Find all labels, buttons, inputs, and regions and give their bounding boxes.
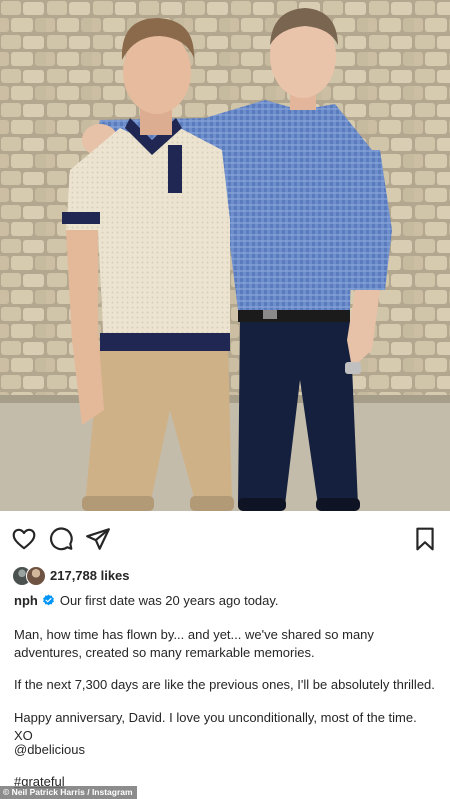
comment-icon[interactable] [48, 526, 74, 552]
caption-header: nph Our first date was 20 years ago toda… [14, 593, 279, 608]
bookmark-icon[interactable] [412, 526, 438, 552]
post-photo-illustration [0, 0, 450, 511]
avatar [26, 566, 46, 586]
photo-credit: © Neil Patrick Harris / Instagram [0, 786, 137, 799]
caption-paragraph: Man, how time has flown by... and yet...… [14, 627, 374, 660]
caption-paragraph: Happy anniversary, David. I love you unc… [14, 710, 417, 743]
likes-row[interactable]: 217,788 likes [12, 565, 130, 586]
verified-badge-icon [42, 594, 54, 606]
username[interactable]: nph [14, 593, 38, 608]
post-photo[interactable] [0, 0, 450, 511]
liker-avatars [12, 565, 48, 586]
likes-count[interactable]: 217,788 likes [50, 568, 130, 583]
caption-paragraph: If the next 7,300 days are like the prev… [14, 677, 435, 692]
paper-plane-icon[interactable] [85, 526, 111, 552]
post-action-bar [0, 526, 450, 554]
mention-link[interactable]: @dbelicious [14, 741, 439, 759]
heart-icon[interactable] [11, 526, 37, 552]
caption-first-line: Our first date was 20 years ago today. [59, 593, 279, 608]
